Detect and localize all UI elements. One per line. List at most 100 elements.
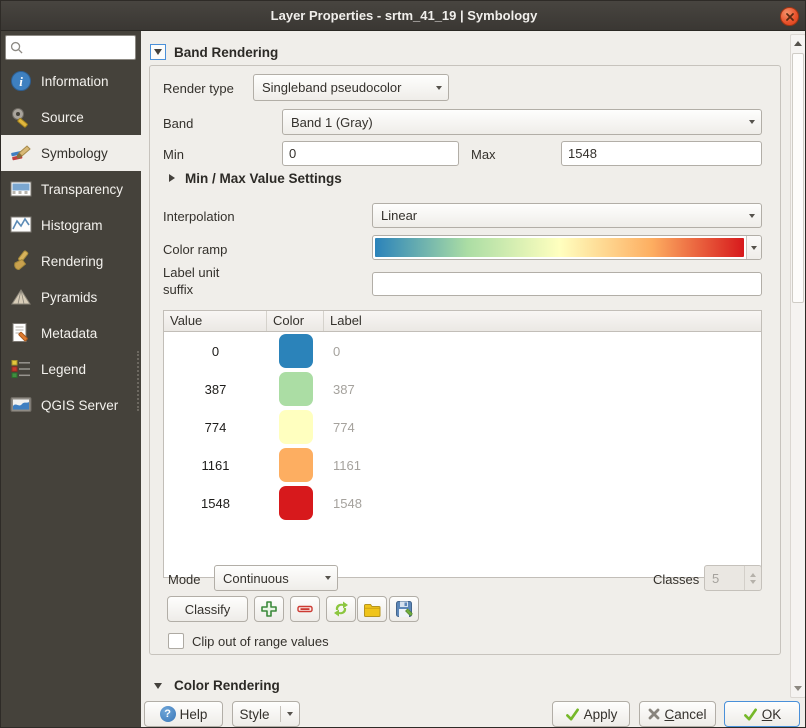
sidebar-item-label: Pyramids — [41, 290, 97, 305]
sidebar-item-pyramids[interactable]: Pyramids — [1, 279, 141, 315]
sidebar-item-legend[interactable]: Legend — [1, 351, 141, 387]
column-header-label[interactable]: Label — [324, 311, 761, 331]
apply-label: Apply — [584, 707, 618, 722]
color-swatch[interactable] — [279, 372, 313, 406]
style-label: Style — [239, 707, 269, 722]
titlebar[interactable]: Layer Properties - srtm_41_19 | Symbolog… — [1, 1, 806, 31]
mode-select[interactable]: Continuous — [214, 565, 338, 591]
table-row[interactable]: 0 0 — [164, 332, 761, 370]
sidebar-item-label: Histogram — [41, 218, 103, 233]
spinner-down-icon — [750, 580, 756, 584]
band-rendering-collapse-button[interactable] — [150, 44, 166, 60]
help-button[interactable]: ? Help — [144, 701, 223, 727]
add-value-button[interactable] — [254, 596, 284, 622]
chevron-down-icon — [751, 246, 757, 250]
button-separator — [280, 706, 281, 722]
chevron-down-icon — [325, 576, 331, 580]
folder-icon — [363, 600, 381, 618]
close-button[interactable] — [780, 7, 799, 26]
row-label: 0 — [324, 344, 761, 359]
clip-out-of-range-checkbox[interactable] — [168, 633, 184, 649]
sidebar-item-symbology[interactable]: Symbology — [1, 135, 141, 171]
remove-value-button[interactable] — [290, 596, 320, 622]
sidebar-item-label: Legend — [41, 362, 86, 377]
classify-button[interactable]: Classify — [167, 596, 248, 622]
table-row[interactable]: 774 774 — [164, 408, 761, 446]
ok-label: OK — [762, 707, 782, 722]
minus-icon — [296, 600, 314, 618]
search-icon — [10, 41, 23, 54]
sidebar-item-transparency[interactable]: Transparency — [1, 171, 141, 207]
spinner-arrows[interactable] — [744, 566, 761, 590]
cancel-button[interactable]: Cancel — [639, 701, 716, 727]
color-ramp-select[interactable] — [372, 235, 762, 260]
save-disk-icon — [395, 600, 413, 618]
collapse-right-icon[interactable] — [169, 174, 175, 182]
sidebar-search[interactable] — [5, 35, 136, 60]
table-row[interactable]: 1161 1161 — [164, 446, 761, 484]
table-row[interactable]: 1548 1548 — [164, 484, 761, 522]
sidebar-item-metadata[interactable]: Metadata — [1, 315, 141, 351]
vertical-scrollbar[interactable] — [790, 34, 806, 698]
color-swatch[interactable] — [279, 486, 313, 520]
classify-label: Classify — [185, 602, 231, 617]
render-type-select[interactable]: Singleband pseudocolor — [253, 74, 449, 101]
minmax-settings-title[interactable]: Min / Max Value Settings — [185, 171, 342, 186]
column-header-color[interactable]: Color — [267, 311, 324, 331]
layer-properties-dialog: Layer Properties - srtm_41_19 | Symbolog… — [0, 0, 806, 728]
sidebar-item-label: Transparency — [41, 182, 123, 197]
color-ramp-dropdown-button[interactable] — [746, 236, 761, 259]
metadata-icon — [8, 321, 33, 345]
classes-spinner[interactable]: 5 — [704, 565, 762, 591]
scrollbar-up-button[interactable] — [791, 36, 805, 51]
color-swatch[interactable] — [279, 334, 313, 368]
load-minmax-button[interactable] — [326, 596, 356, 622]
render-type-value: Singleband pseudocolor — [262, 80, 436, 95]
interpolation-select[interactable]: Linear — [372, 203, 762, 228]
band-rendering-title: Band Rendering — [174, 45, 278, 60]
scroll-up-icon — [794, 41, 802, 46]
qgis-server-icon — [8, 393, 33, 417]
symbology-icon — [8, 141, 33, 165]
scrollbar-thumb[interactable] — [792, 53, 804, 303]
color-ramp-label: Color ramp — [163, 242, 227, 257]
help-icon: ? — [160, 706, 176, 722]
sidebar-item-source[interactable]: Source — [1, 99, 141, 135]
ok-button[interactable]: OK — [724, 701, 800, 727]
sidebar-search-input[interactable] — [27, 38, 127, 58]
load-color-map-button[interactable] — [357, 596, 387, 622]
sidebar-item-qgis-server[interactable]: QGIS Server — [1, 387, 141, 423]
check-icon — [743, 707, 758, 722]
chevron-down-icon — [287, 712, 293, 716]
min-input[interactable] — [282, 141, 459, 166]
save-color-map-button[interactable] — [389, 596, 419, 622]
row-value: 387 — [164, 382, 267, 397]
x-icon — [648, 708, 660, 720]
column-header-value[interactable]: Value — [164, 311, 267, 331]
sidebar-item-histogram[interactable]: Histogram — [1, 207, 141, 243]
sidebar-item-label: Metadata — [41, 326, 97, 341]
table-row[interactable]: 387 387 — [164, 370, 761, 408]
style-dropdown-button[interactable]: Style — [232, 701, 300, 727]
interpolation-label: Interpolation — [163, 209, 235, 224]
band-select[interactable]: Band 1 (Gray) — [282, 109, 762, 135]
scroll-down-icon — [794, 686, 802, 691]
source-icon — [8, 105, 33, 129]
sidebar-item-rendering[interactable]: Rendering — [1, 243, 141, 279]
max-input[interactable] — [561, 141, 762, 166]
sidebar-item-label: Symbology — [41, 146, 108, 161]
mode-value: Continuous — [223, 571, 325, 586]
collapse-down-icon[interactable] — [154, 683, 162, 689]
classification-table-header: Value Color Label — [164, 311, 761, 332]
color-swatch[interactable] — [279, 410, 313, 444]
sidebar-item-information[interactable]: i Information — [1, 63, 141, 99]
sidebar-splitter-handle[interactable] — [137, 351, 140, 411]
sidebar-item-label: Information — [41, 74, 109, 89]
svg-text:i: i — [19, 74, 23, 89]
apply-button[interactable]: Apply — [552, 701, 630, 727]
label-unit-suffix-input[interactable] — [372, 272, 762, 296]
color-swatch[interactable] — [279, 448, 313, 482]
row-label: 774 — [324, 420, 761, 435]
scrollbar-down-button[interactable] — [791, 681, 805, 696]
color-rendering-title[interactable]: Color Rendering — [174, 678, 280, 693]
